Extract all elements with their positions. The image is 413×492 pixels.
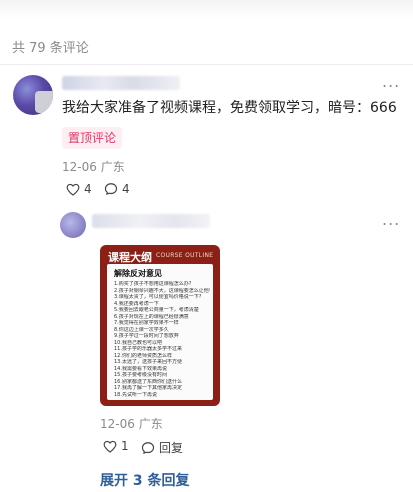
reply-location: 广东 — [138, 417, 163, 431]
reply-like-count: 1 — [121, 439, 129, 453]
top-fade — [0, 0, 413, 20]
reply-label: 回复 — [159, 441, 184, 455]
reply-meta: 12-06 广东 — [100, 415, 163, 432]
poster-lines: 1.购买了孩子不想用这课程怎么办? 2.孩子对钢琴兴趣不大，这课程要怎么让他有兴… — [114, 281, 210, 398]
username-redacted[interactable] — [62, 76, 180, 90]
reply-image-course-outline[interactable]: 课程大纲 COURSE OUTLINE 解除反对意见 1.购买了孩子不想用这课程… — [100, 245, 220, 406]
reply-reply-button[interactable]: 回复 — [141, 439, 183, 456]
reply-like-button[interactable]: 1 — [103, 439, 129, 453]
comment-meta: 12-06 广东 — [62, 158, 125, 175]
speech-bubble-icon — [141, 441, 155, 455]
reply-username-redacted[interactable] — [92, 214, 210, 228]
reply-button[interactable]: 4 — [104, 182, 130, 196]
comments-count: 共 79 条评论 — [12, 41, 89, 56]
more-options-icon[interactable]: ... — [382, 72, 400, 91]
poster-header-en: COURSE OUTLINE — [156, 252, 214, 259]
speech-bubble-icon — [104, 182, 118, 196]
poster-header: 课程大纲 — [108, 251, 152, 264]
avatar[interactable] — [13, 75, 53, 115]
poster-line: 3.课程太贵了，可以便宜吗价格说一下? — [114, 294, 202, 300]
heart-outline-icon — [66, 183, 80, 196]
reply-count: 4 — [122, 182, 130, 196]
like-count: 4 — [84, 182, 92, 196]
comment-date: 12-06 — [62, 160, 97, 174]
poster-line: 18.先试听一下再说 — [114, 391, 157, 398]
heart-outline-icon — [103, 440, 117, 453]
poster-line: 5.我要回去跟老公商量一下，考虑清楚 — [114, 307, 199, 313]
comment-location: 广东 — [100, 160, 125, 174]
poster-card: 解除反对意见 1.购买了孩子不想用这课程怎么办? 2.孩子对钢琴兴趣不大，这课程… — [107, 264, 213, 400]
expand-replies-link[interactable]: 展开 3 条回复 — [100, 470, 190, 490]
like-button[interactable]: 4 — [66, 182, 92, 196]
divider — [0, 64, 413, 65]
poster-title: 解除反对意见 — [114, 269, 162, 278]
comment-text: 我给大家准备了视频课程，免费领取学习，暗号：666 — [62, 100, 397, 116]
reply-date: 12-06 — [100, 417, 135, 431]
reply-avatar[interactable] — [60, 212, 86, 238]
pinned-badge: 置顶评论 — [62, 127, 123, 149]
reply-more-options-icon[interactable]: ... — [382, 210, 400, 229]
